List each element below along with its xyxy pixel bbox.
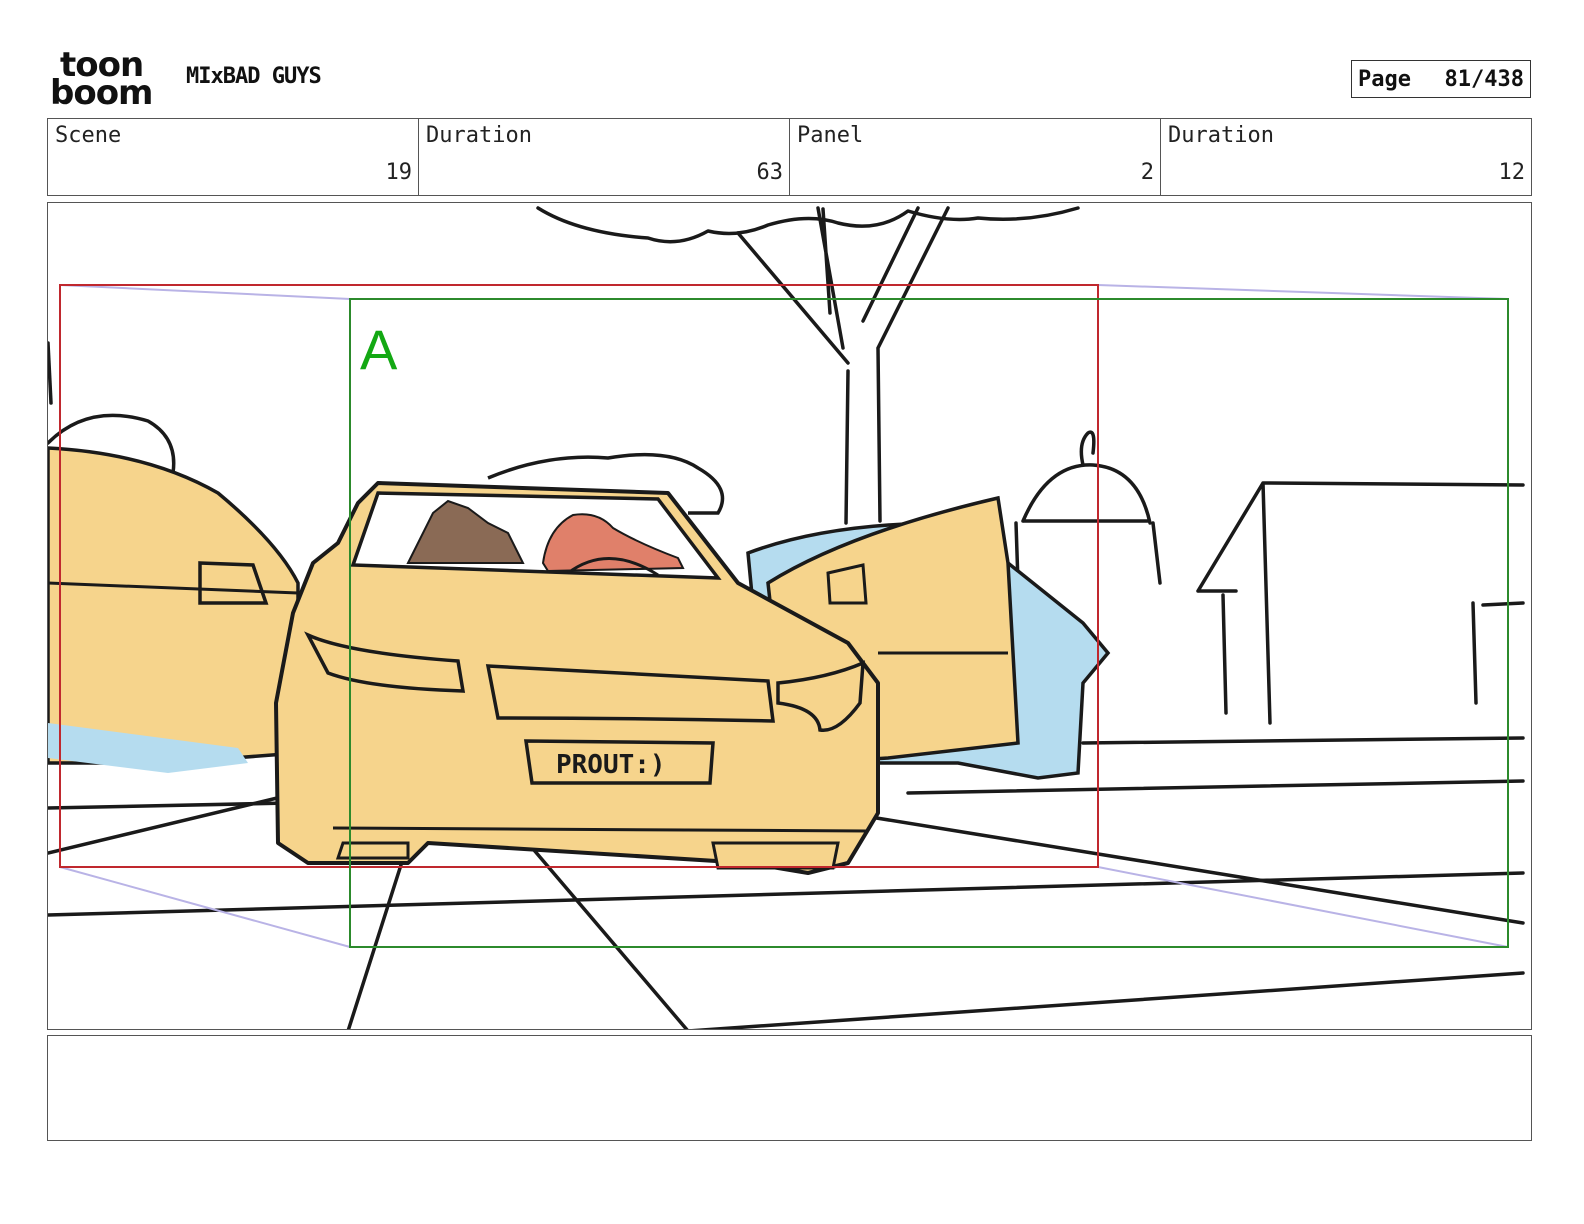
storyboard-panel: PROUT:) A (47, 202, 1532, 1030)
page-label: Page (1358, 66, 1411, 92)
camera-guide-line (1097, 284, 1509, 300)
project-title: MIxBAD GUYS (186, 64, 322, 89)
road-line (906, 779, 1525, 795)
scene-label: Scene (55, 123, 122, 148)
info-row: Scene 19 Duration 63 Panel 2 Duration 12 (47, 118, 1532, 196)
panel-duration-cell: Duration 12 (1161, 119, 1531, 195)
road-line (48, 791, 300, 855)
storyboard-drawing: PROUT:) A (48, 206, 1525, 1029)
tree-canopy (536, 206, 1080, 244)
panel-label: Panel (797, 123, 864, 148)
left-wheel (335, 841, 410, 860)
road-line (346, 841, 410, 1029)
toonboom-logo: toon boom (50, 48, 168, 113)
left-car-edge (48, 341, 53, 405)
panel-cell: Panel 2 (790, 119, 1161, 195)
scene-value: 19 (385, 160, 413, 185)
house (1196, 481, 1525, 725)
left-car-body (48, 446, 300, 765)
tree-trunk (736, 206, 950, 525)
page-indicator: Page 81/438 (1351, 60, 1531, 98)
scene-duration-cell: Duration 63 (419, 119, 790, 195)
panel-duration-value: 12 (1498, 160, 1526, 185)
dome-building (1014, 430, 1162, 585)
page-number: 81/438 (1444, 66, 1524, 92)
right-wheel (711, 841, 840, 870)
road-line (856, 813, 1525, 925)
road-line (526, 841, 689, 1029)
notes-area[interactable] (47, 1035, 1532, 1141)
license-plate-text: PROUT:) (556, 750, 666, 780)
road-line (48, 871, 1525, 917)
scene-duration-label: Duration (426, 123, 532, 148)
scene-cell: Scene 19 (48, 119, 419, 195)
scene-duration-value: 63 (756, 160, 784, 185)
panel-value: 2 (1140, 160, 1154, 185)
camera-guide-line (59, 284, 351, 300)
road-line (691, 971, 1525, 1029)
camera-label: A (360, 318, 398, 381)
road-line (1081, 736, 1525, 745)
logo-line-2: boom (50, 73, 153, 113)
panel-duration-label: Duration (1168, 123, 1274, 148)
